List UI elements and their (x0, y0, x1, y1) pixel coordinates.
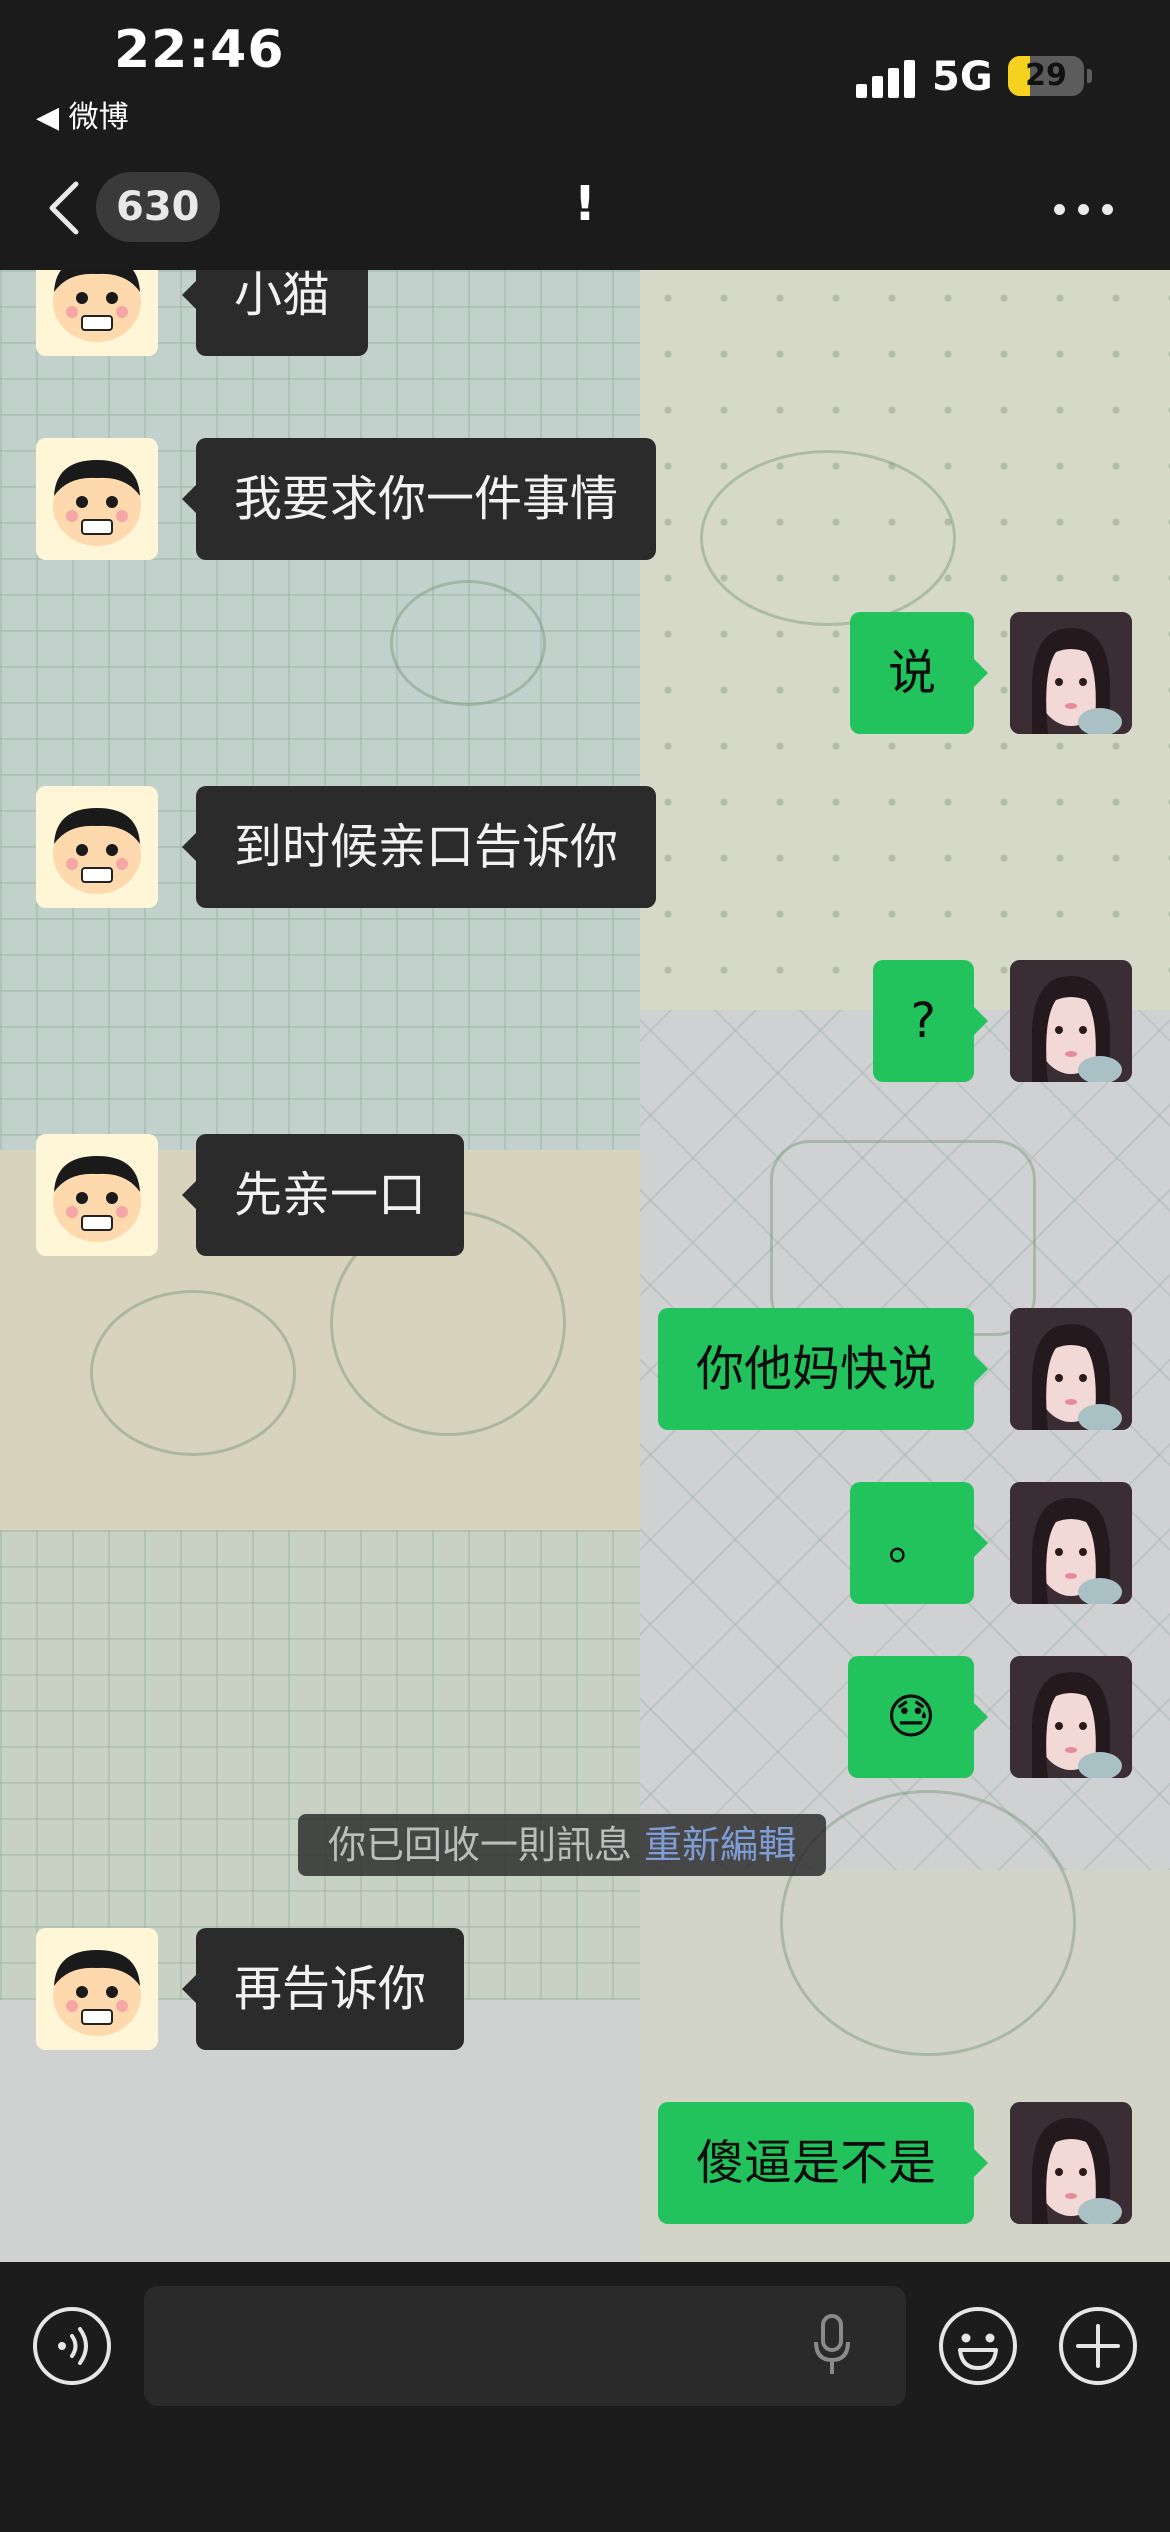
message-bubble-incoming[interactable]: 先亲一口 (181, 1134, 465, 1256)
network-type: 5G (932, 54, 993, 100)
my-avatar[interactable] (1010, 1308, 1132, 1430)
girl-portrait-avatar-icon (1010, 960, 1132, 1082)
girl-portrait-avatar-icon (1010, 1308, 1132, 1430)
cellular-signal-icon (856, 58, 916, 98)
message-bubble-outgoing[interactable]: 😓 (847, 1656, 989, 1778)
chat-title: ! (574, 176, 596, 232)
microphone-icon[interactable] (812, 2314, 852, 2378)
message-bubble-outgoing[interactable]: 说 (849, 612, 989, 734)
cartoon-boy-avatar-icon (36, 438, 158, 560)
more-icon[interactable] (1054, 200, 1114, 220)
background-doodle (770, 1140, 1036, 1336)
contact-avatar[interactable] (36, 438, 158, 560)
message-bubble-incoming[interactable]: 到时候亲口告诉你 (181, 786, 657, 908)
voice-icon[interactable] (32, 2306, 112, 2386)
message-bubble-outgoing[interactable]: 傻逼是不是 (657, 2102, 989, 2224)
girl-portrait-avatar-icon (1010, 612, 1132, 734)
message-bubble-incoming[interactable]: 小猫 (181, 270, 369, 356)
my-avatar[interactable] (1010, 2102, 1132, 2224)
plus-icon[interactable] (1058, 2306, 1138, 2386)
contact-avatar[interactable] (36, 1928, 158, 2050)
recall-notice: 你已回收一則訊息 重新編輯 (298, 1814, 827, 1876)
chat-message-list[interactable]: 小猫 我要求你一件事情 说 到时候亲口告诉你 ? 先亲一口 你他妈快说 。 😓 … (0, 270, 1170, 2262)
status-bar: 22:46 ◀ 微博 5G 29 (0, 0, 1170, 150)
message-bubble-outgoing[interactable]: ? (872, 960, 989, 1082)
background-doodle (390, 580, 546, 706)
background-tile (0, 270, 640, 1150)
recall-notice-text: 你已回收一則訊息 (328, 1823, 633, 1867)
contact-avatar[interactable] (36, 786, 158, 908)
emoji-icon[interactable] (938, 2306, 1018, 2386)
background-doodle (90, 1290, 296, 1456)
battery-level: 29 (1025, 58, 1067, 93)
message-bubble-outgoing[interactable]: 你他妈快说 (657, 1308, 989, 1430)
message-bubble-incoming[interactable]: 再告诉你 (181, 1928, 465, 2050)
status-time: 22:46 (114, 20, 285, 80)
girl-portrait-avatar-icon (1010, 1482, 1132, 1604)
cartoon-boy-avatar-icon (36, 1134, 158, 1256)
my-avatar[interactable] (1010, 960, 1132, 1082)
chat-header: 630 ! (0, 150, 1170, 270)
girl-portrait-avatar-icon (1010, 1656, 1132, 1778)
message-bubble-outgoing[interactable]: 。 (849, 1482, 989, 1604)
background-doodle (700, 450, 956, 626)
cartoon-boy-avatar-icon (36, 270, 158, 356)
my-avatar[interactable] (1010, 612, 1132, 734)
my-avatar[interactable] (1010, 1482, 1132, 1604)
battery-icon: 29 (1008, 56, 1084, 96)
message-input[interactable] (144, 2286, 906, 2406)
back-to-app-link[interactable]: ◀ 微博 (36, 92, 129, 136)
battery-tip (1087, 69, 1092, 83)
my-avatar[interactable] (1010, 1656, 1132, 1778)
re-edit-link[interactable]: 重新編輯 (644, 1823, 796, 1867)
message-bubble-incoming[interactable]: 我要求你一件事情 (181, 438, 657, 560)
girl-portrait-avatar-icon (1010, 2102, 1132, 2224)
cartoon-boy-avatar-icon (36, 786, 158, 908)
contact-avatar[interactable] (36, 1134, 158, 1256)
input-bar (0, 2262, 1170, 2532)
contact-avatar[interactable] (36, 270, 158, 356)
cartoon-boy-avatar-icon (36, 1928, 158, 2050)
